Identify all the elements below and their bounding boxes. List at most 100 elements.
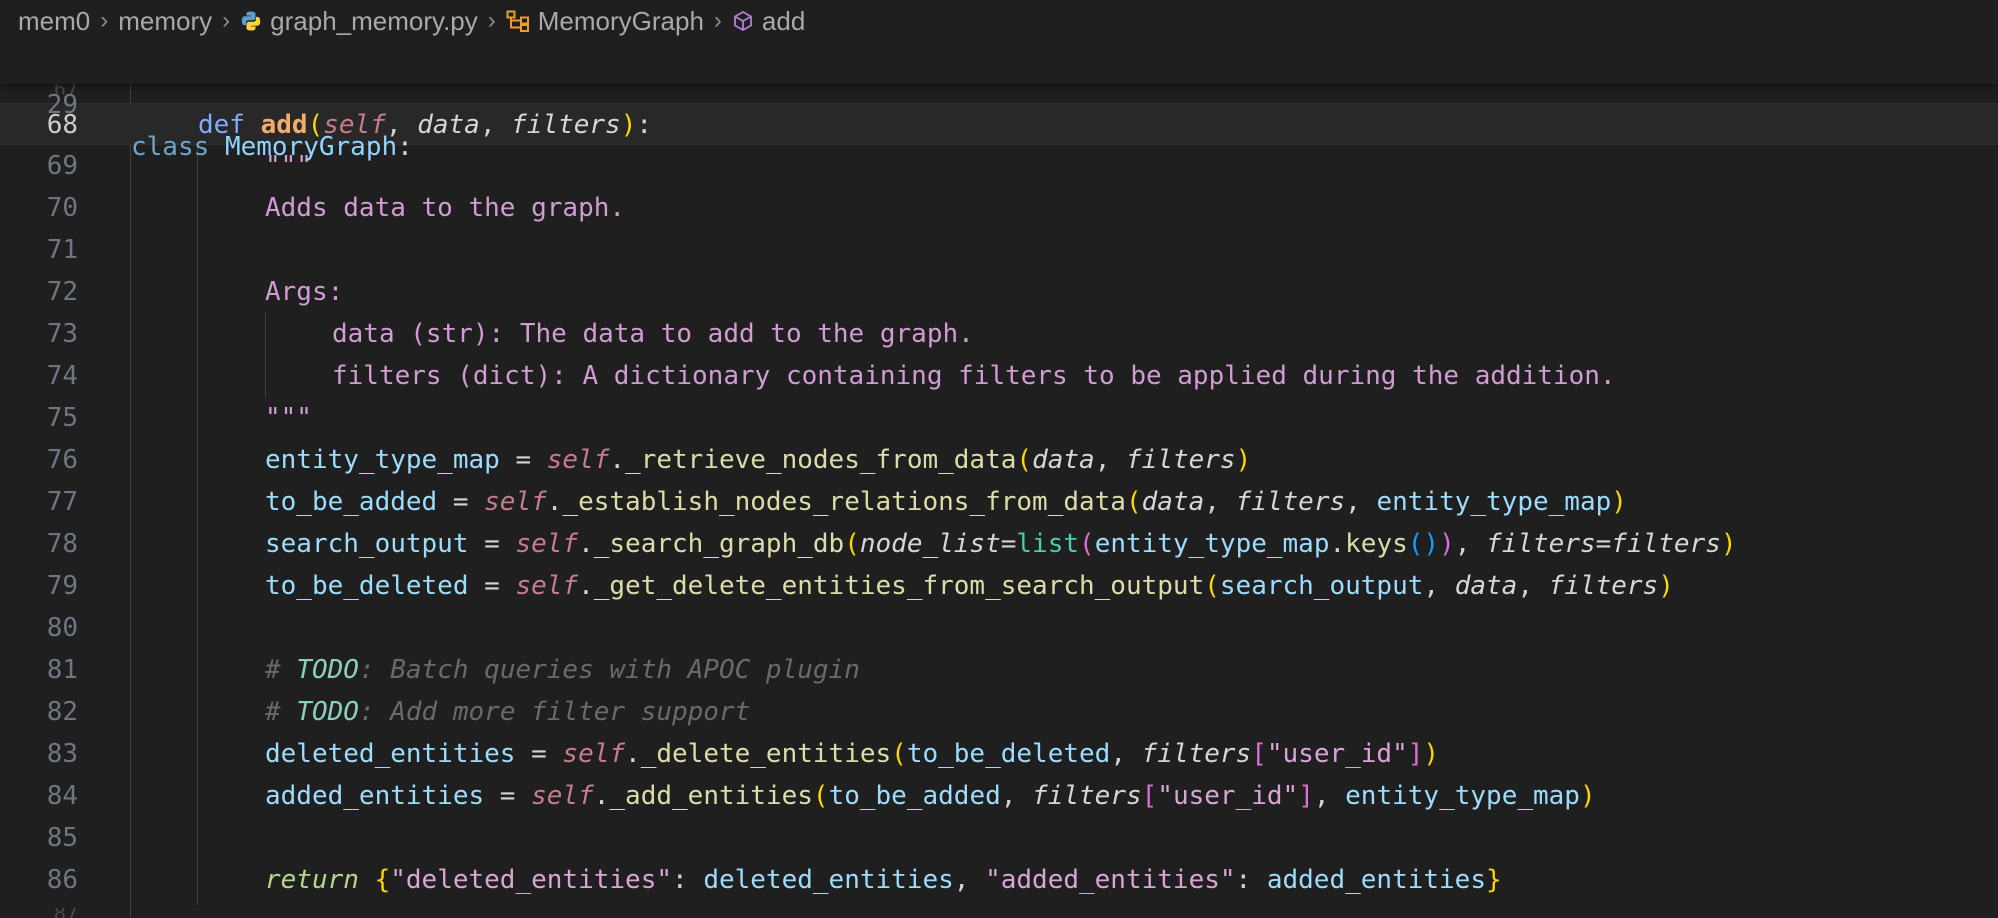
code-text[interactable]: # TODO: Batch queries with APOC plugin (265, 649, 860, 691)
token-param: filters (1141, 739, 1252, 769)
code-text[interactable]: entity_type_map = self._retrieve_nodes_f… (265, 439, 1251, 481)
code-line[interactable]: 83 deleted_entities = self._delete_entiti… (0, 733, 1998, 775)
code-line[interactable]: 81 # TODO: Batch queries with APOC plugin (0, 649, 1998, 691)
token-var: entity_type_map (1376, 487, 1612, 517)
line-number: 77 (46, 487, 78, 517)
token-brk: ) (1720, 529, 1737, 559)
code-line[interactable]: 74 filters (dict): A dictionary containin… (0, 355, 1998, 397)
token-op: = (499, 445, 547, 475)
code-line[interactable]: 86 return {"deleted_entities": deleted_en… (0, 859, 1998, 901)
code-text[interactable]: data (str): The data to add to the graph… (332, 313, 974, 355)
breadcrumb-item-method[interactable]: add (732, 6, 805, 37)
code-text[interactable]: deleted_entities = self._delete_entities… (265, 733, 1439, 775)
token-op: , (1423, 571, 1455, 601)
code-text[interactable]: # TODO: Add more filter support (265, 691, 750, 733)
token-brk: ( (812, 781, 829, 811)
token-brk: ) (1579, 781, 1596, 811)
token-self: self (546, 445, 610, 475)
line-number: 82 (46, 697, 78, 727)
token-op: , (1345, 487, 1377, 517)
token-doc: data (str): The data to add to the graph… (332, 319, 974, 349)
code-line-class-declaration[interactable]: class MemoryGraph: (131, 126, 413, 168)
breadcrumb: mem0 › memory › graph_memory.py › Memory… (0, 0, 1998, 42)
token-cmt: : Add more filter support (358, 697, 751, 727)
token-brk2: [ (1251, 739, 1267, 769)
line-number: 74 (46, 361, 78, 391)
line-number: 75 (46, 403, 78, 433)
token-str: "user_id" (1266, 739, 1408, 769)
token-str: "added_entities" (985, 865, 1236, 895)
code-text[interactable]: to_be_deleted = self._get_delete_entitie… (265, 565, 1674, 607)
token-var: search_output (265, 529, 469, 559)
code-line[interactable]: 70 Adds data to the graph. (0, 187, 1998, 229)
code-line[interactable]: 76 entity_type_map = self._retrieve_nodes… (0, 439, 1998, 481)
token-self: self (562, 739, 626, 769)
token-fn: _search_graph_db (593, 529, 845, 559)
code-text[interactable]: Adds data to the graph. (265, 187, 625, 229)
token-op: . (1329, 529, 1346, 559)
code-line[interactable]: 79 to_be_deleted = self._get_delete_entit… (0, 565, 1998, 607)
breadcrumb-item-file[interactable]: graph_memory.py (240, 6, 478, 37)
code-text[interactable]: """ (265, 397, 312, 439)
token-param: data (1454, 571, 1518, 601)
python-file-icon (240, 10, 262, 32)
code-text[interactable]: to_be_added = self._establish_nodes_rela… (265, 481, 1627, 523)
code-line[interactable]: 82 # TODO: Add more filter support (0, 691, 1998, 733)
token-var: entity_type_map (265, 445, 500, 475)
code-text[interactable]: search_output = self._search_graph_db(no… (265, 523, 1737, 565)
token-brk2: ] (1298, 781, 1314, 811)
code-line[interactable]: 78 search_output = self._search_graph_db(… (0, 523, 1998, 565)
token-doc: filters (dict): A dictionary containing … (332, 361, 1616, 391)
token-var: deleted_entities (703, 865, 954, 895)
code-line[interactable]: 85 (0, 817, 1998, 859)
line-number: 86 (46, 865, 78, 895)
line-number: 72 (46, 277, 78, 307)
line-number: 76 (46, 445, 78, 475)
line-number: 83 (46, 739, 78, 769)
code-text[interactable]: Args: (265, 271, 343, 313)
token-brk3: () (1407, 529, 1440, 559)
token-var: to_be_added (265, 487, 438, 517)
token-var: added_entities (1266, 865, 1486, 895)
breadcrumb-item-mem0[interactable]: mem0 (18, 6, 90, 37)
token-doc: Adds data to the graph. (265, 193, 626, 223)
token-param: filters (1548, 571, 1659, 601)
token-var: to_be_deleted (906, 739, 1111, 769)
token-var: added_entities (265, 781, 485, 811)
breadcrumb-label: graph_memory.py (270, 5, 478, 36)
line-number: 29 (46, 90, 78, 120)
code-line[interactable]: 77 to_be_added = self._establish_nodes_re… (0, 481, 1998, 523)
code-line[interactable]: 72 Args: (0, 271, 1998, 313)
breadcrumb-item-class[interactable]: MemoryGraph (506, 6, 704, 37)
class-name-token: MemoryGraph (224, 132, 398, 162)
token-var: search_output (1219, 571, 1424, 601)
code-line[interactable]: 73 data (str): The data to add to the gra… (0, 313, 1998, 355)
token-brk: ( (1016, 445, 1033, 475)
token-op: : (636, 110, 653, 140)
breadcrumb-item-memory[interactable]: memory (118, 6, 212, 37)
token-fn: keys (1345, 529, 1408, 559)
token-brk: ) (1423, 739, 1440, 769)
code-line[interactable]: 80 (0, 607, 1998, 649)
code-text[interactable]: return {"deleted_entities": deleted_enti… (265, 859, 1502, 901)
breadcrumb-label: MemoryGraph (537, 5, 704, 36)
token-fn: _add_entities (609, 781, 813, 811)
code-text[interactable]: added_entities = self._add_entities(to_b… (265, 775, 1596, 817)
token-var: to_be_deleted (265, 571, 469, 601)
token-op: = (468, 571, 516, 601)
token-op: . (578, 571, 594, 601)
code-line[interactable]: 84 added_entities = self._add_entities(to… (0, 775, 1998, 817)
token-fn: _delete_entities (640, 739, 892, 769)
code-line[interactable]: 75 """ (0, 397, 1998, 439)
token-var: to_be_added (828, 781, 1001, 811)
token-param: filters (511, 110, 621, 140)
token-param: filters (1611, 529, 1721, 559)
sticky-scroll-header[interactable]: 29 class MemoryGraph: (0, 42, 1998, 162)
token-var: entity_type_map (1094, 529, 1330, 559)
method-cube-icon (732, 10, 754, 32)
token-var: entity_type_map (1345, 781, 1580, 811)
code-line[interactable]: 71 (0, 229, 1998, 271)
token-doc: Args: (265, 277, 344, 307)
token-op: , (1110, 739, 1142, 769)
code-text[interactable]: filters (dict): A dictionary containing … (332, 355, 1616, 397)
